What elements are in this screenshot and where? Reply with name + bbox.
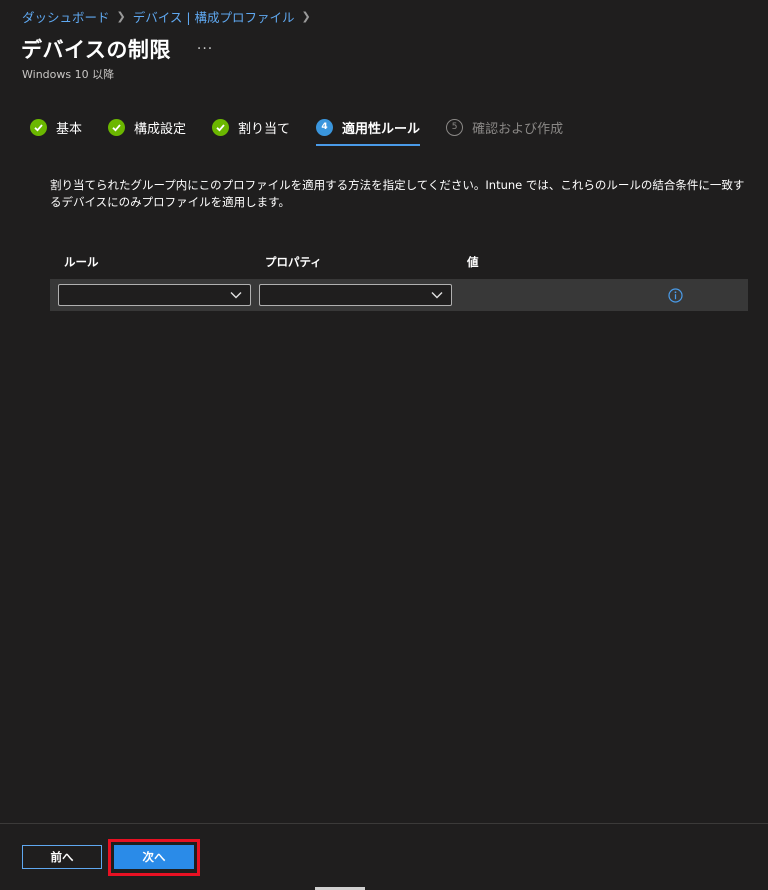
rules-table-row <box>50 279 748 311</box>
breadcrumb-device-config-profiles[interactable]: デバイス | 構成プロファイル <box>133 7 295 26</box>
breadcrumb-dashboard[interactable]: ダッシュボード <box>22 7 110 26</box>
step-label: 基本 <box>56 121 83 137</box>
rules-table-header: ルール プロパティ 値 <box>50 254 748 270</box>
step-label: 割り当て <box>238 121 291 137</box>
page-title: デバイスの制限 <box>21 38 171 62</box>
column-header-value: 値 <box>467 255 479 269</box>
step-assignments[interactable]: 割り当て <box>212 116 290 138</box>
previous-button[interactable]: 前へ <box>22 845 102 869</box>
step-number-badge: 5 <box>446 118 464 136</box>
wizard-steps: 基本 構成設定 割り当て 4 適用性ルール 5 確認および作成 <box>30 116 589 146</box>
chevron-down-icon <box>431 292 443 299</box>
chevron-right-icon: ❯ <box>301 10 311 23</box>
chevron-right-icon: ❯ <box>116 10 126 23</box>
description-text: 割り当てられたグループ内にこのプロファイルを適用する方法を指定してください。In… <box>50 178 745 209</box>
step-label: 確認および作成 <box>472 121 564 137</box>
step-applicability-rules[interactable]: 4 適用性ルール <box>316 116 421 146</box>
step-configuration-settings[interactable]: 構成設定 <box>108 116 186 138</box>
footer-divider <box>0 823 768 824</box>
next-button[interactable]: 次へ <box>114 845 194 869</box>
title-row: デバイスの制限 ··· <box>21 34 213 64</box>
active-step-underline <box>316 144 421 146</box>
chevron-down-icon <box>230 292 242 299</box>
check-circle-icon <box>30 118 47 136</box>
step-basics[interactable]: 基本 <box>30 116 82 138</box>
breadcrumb: ダッシュボード ❯ デバイス | 構成プロファイル ❯ <box>22 7 318 26</box>
info-icon[interactable] <box>668 288 683 303</box>
column-header-rule: ルール <box>64 255 99 269</box>
rule-dropdown[interactable] <box>58 284 251 306</box>
page-subtitle: Windows 10 以降 <box>22 68 115 81</box>
property-dropdown[interactable] <box>259 284 452 306</box>
page: ダッシュボード ❯ デバイス | 構成プロファイル ❯ デバイスの制限 ··· … <box>0 0 768 890</box>
column-header-property: プロパティ <box>265 255 322 269</box>
more-options-button[interactable]: ··· <box>197 41 213 57</box>
step-label: 適用性ルール <box>342 121 421 137</box>
step-number-badge: 4 <box>316 118 334 136</box>
step-label: 構成設定 <box>134 121 187 137</box>
check-circle-icon <box>108 118 126 136</box>
step-review-create[interactable]: 5 確認および作成 <box>446 116 563 138</box>
check-circle-icon <box>212 118 230 136</box>
